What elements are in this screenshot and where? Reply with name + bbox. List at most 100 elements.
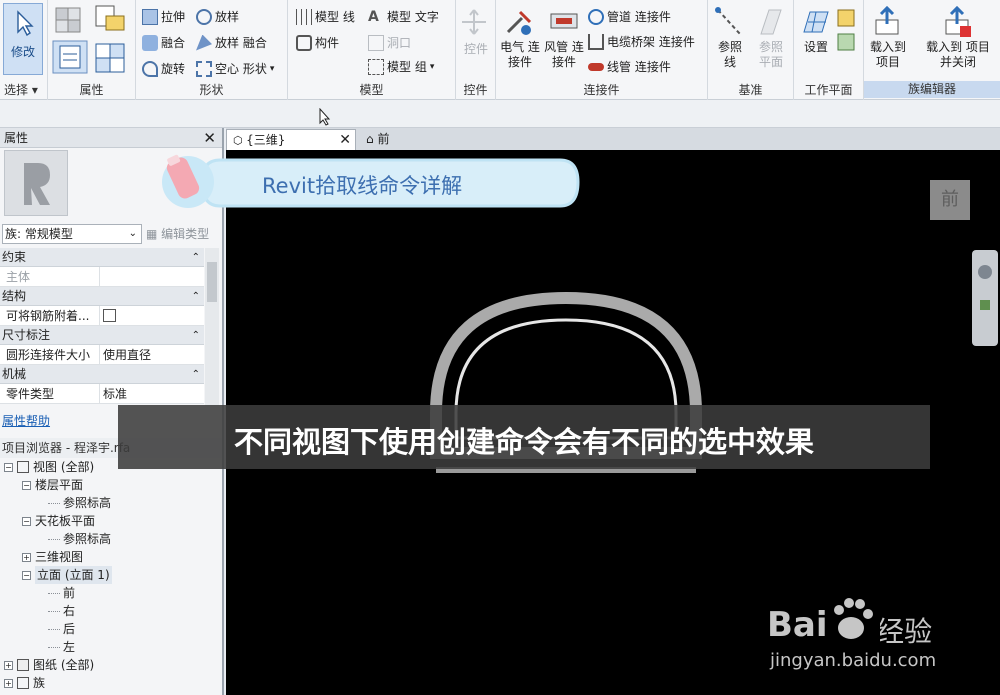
property-value[interactable]: 标准 xyxy=(100,384,204,403)
sweep-button[interactable]: 放样 xyxy=(196,8,239,25)
load-and-close-button[interactable]: 载入到 项目并关闭 xyxy=(916,6,1000,70)
properties-icon[interactable] xyxy=(52,40,88,74)
tree-node-floor-plans[interactable]: − 楼层平面 xyxy=(22,476,83,494)
blend-button[interactable]: 融合 xyxy=(142,34,185,51)
collapse-icon: ⌃ xyxy=(191,369,200,380)
forms-group: 拉伸 放样 融合 放样 融合 旋转 空心 形状 ▾ 形状 xyxy=(136,0,288,100)
category-label: 约束 xyxy=(2,250,27,264)
tab-front[interactable]: ⌂ 前 xyxy=(360,129,440,150)
opening-icon xyxy=(368,34,384,51)
collapse-icon[interactable]: − xyxy=(22,570,31,580)
tree-node-back[interactable]: 后 xyxy=(48,620,75,638)
workplane-viewer-icon[interactable] xyxy=(836,32,856,52)
load-into-project-button[interactable]: 载入到 项目 xyxy=(864,6,912,70)
control-button[interactable]: 控件 xyxy=(458,8,494,57)
model-line-button[interactable]: 模型 线 xyxy=(296,8,355,25)
reference-plane-label: 参照 平面 xyxy=(758,40,783,69)
reference-line-button[interactable]: 参照 线 xyxy=(712,6,748,70)
navigation-bar[interactable] xyxy=(972,250,998,346)
revit-logo-icon xyxy=(24,163,50,205)
model-group-button[interactable]: 模型 组 ▾ xyxy=(368,58,434,75)
collapse-icon[interactable]: − xyxy=(4,462,13,472)
views-icon xyxy=(17,461,29,473)
tree-node-3d-views[interactable]: + 三维视图 xyxy=(22,548,83,566)
show-workplane-icon[interactable] xyxy=(836,8,856,28)
tree-node-views[interactable]: − 视图 (全部) xyxy=(4,458,94,476)
elevation-icon: ⌂ xyxy=(366,132,378,146)
scrollbar-thumb[interactable] xyxy=(207,262,217,302)
cable-tray-connector-icon xyxy=(588,33,604,50)
navigation-wheel-icon[interactable] xyxy=(972,250,998,346)
expand-icon[interactable]: + xyxy=(4,678,13,688)
set-workplane-button[interactable]: 设置 xyxy=(798,6,834,55)
ribbon: 修改 选择 ▾ 属性 拉伸 放样 融合 放样 融合 旋转 空心 形状 ▾ 形状 模… xyxy=(0,0,1000,100)
opening-button[interactable]: 洞口 xyxy=(368,34,411,51)
model-text-button[interactable]: A 模型 文字 xyxy=(368,8,439,25)
category-dimensions[interactable]: 尺寸标注 ⌃ xyxy=(0,326,204,345)
tab-label: 前 xyxy=(377,132,390,146)
tree-node-ref-level-floor[interactable]: 参照标高 xyxy=(48,494,111,512)
void-forms-button[interactable]: 空心 形状 ▾ xyxy=(196,60,274,77)
reference-plane-button[interactable]: 参照 平面 xyxy=(752,6,790,70)
property-row: 圆形连接件大小 使用直径 xyxy=(0,345,204,365)
tree-node-ceiling-plans[interactable]: − 天花板平面 xyxy=(22,512,95,530)
swept-blend-button[interactable]: 放样 融合 xyxy=(196,34,267,51)
collapse-icon[interactable]: − xyxy=(22,480,31,490)
tab-3d-view[interactable]: ⬡ {三维} ✕ xyxy=(226,129,356,150)
component-button[interactable]: 构件 xyxy=(296,34,339,51)
conduit-connector-icon xyxy=(588,62,604,71)
property-value[interactable]: 使用直径 xyxy=(100,345,204,364)
family-category-icon[interactable] xyxy=(94,4,128,34)
expand-icon[interactable]: + xyxy=(22,552,31,562)
tree-connector xyxy=(48,538,60,540)
control-arrows-icon xyxy=(462,9,486,35)
properties-table: 约束 ⌃ 主体 结构 ⌃ 可将钢筋附着... 尺寸标注 ⌃ 圆形连接件大小 使用直径 机… xyxy=(0,248,204,404)
tree-node-right[interactable]: 右 xyxy=(48,602,75,620)
duct-connector-button[interactable]: 风管 连接件 xyxy=(542,6,586,70)
sheets-icon xyxy=(17,659,29,671)
tree-node-ref-level-ceiling[interactable]: 参照标高 xyxy=(48,530,111,548)
expand-icon[interactable]: + xyxy=(4,660,13,670)
properties-help-link[interactable]: 属性帮助 xyxy=(2,412,50,429)
rebar-attach-checkbox[interactable] xyxy=(103,309,116,322)
category-constraints[interactable]: 约束 ⌃ xyxy=(0,248,204,267)
model-group-title: 模型 xyxy=(359,83,384,97)
model-line-label: 模型 线 xyxy=(315,10,355,24)
tab-label: {三维} xyxy=(246,133,286,147)
properties-scrollbar[interactable] xyxy=(205,248,219,406)
tree-node-families[interactable]: + 族 xyxy=(4,674,45,692)
component-icon xyxy=(296,34,312,51)
close-icon[interactable]: ✕ xyxy=(203,128,216,148)
type-properties-icon[interactable] xyxy=(94,42,128,74)
modify-button[interactable]: 修改 xyxy=(3,3,43,75)
collapse-icon[interactable]: − xyxy=(22,516,31,526)
electrical-connector-button[interactable]: 电气 连接件 xyxy=(498,6,542,70)
tree-node-left[interactable]: 左 xyxy=(48,638,75,656)
tree-node-elevations[interactable]: − 立面 (立面 1) xyxy=(22,566,112,584)
property-value xyxy=(100,306,204,325)
category-structure[interactable]: 结构 ⌃ xyxy=(0,287,204,306)
edit-type-button[interactable]: ▦ 编辑类型 xyxy=(146,225,209,242)
view-cube[interactable]: 前 xyxy=(930,180,970,220)
control-group: 控件 控件 xyxy=(456,0,496,100)
collapse-icon: ⌃ xyxy=(191,252,200,263)
tree-node-label: 参照标高 xyxy=(63,496,112,510)
conduit-connector-button[interactable]: 线管 连接件 xyxy=(588,58,671,75)
cable-tray-connector-button[interactable]: 电缆桥架 连接件 xyxy=(588,33,695,50)
reference-plane-icon xyxy=(760,9,782,35)
cursor-icon xyxy=(17,10,34,37)
family-types-icon[interactable] xyxy=(54,4,82,34)
sweep-label: 放样 xyxy=(215,10,240,24)
extrusion-button[interactable]: 拉伸 xyxy=(142,8,185,25)
pipe-connector-button[interactable]: 管道 连接件 xyxy=(588,8,671,25)
conduit-connector-label: 线管 连接件 xyxy=(607,60,671,74)
duct-connector-label: 风管 连接件 xyxy=(544,40,584,69)
type-selector[interactable]: 族: 常规模型 ⌄ xyxy=(2,224,142,244)
select-menu[interactable]: 选择 ▾ xyxy=(0,81,47,98)
collapse-icon: ⌃ xyxy=(191,291,200,302)
category-mechanical[interactable]: 机械 ⌃ xyxy=(0,365,204,384)
reference-line-label: 参照 线 xyxy=(717,40,742,69)
tree-node-sheets[interactable]: + 图纸 (全部) xyxy=(4,656,94,674)
revolve-button[interactable]: 旋转 xyxy=(142,60,185,77)
tree-node-front[interactable]: 前 xyxy=(48,584,75,602)
